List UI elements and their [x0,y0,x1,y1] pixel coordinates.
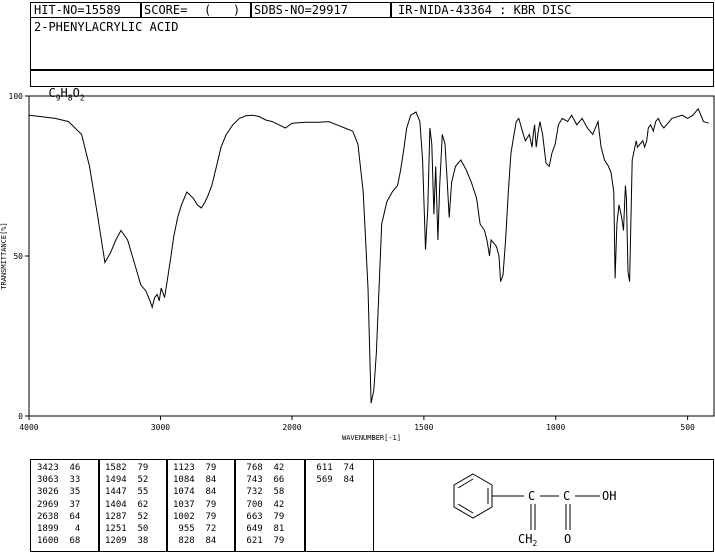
ring-double-bond-1 [457,478,474,489]
structure-diagram: C C OH O CH2 [453,473,616,548]
ring-double-bond-3 [457,503,474,514]
alpha-carbon: C [528,489,535,503]
benzene-ring [453,473,493,519]
methylene-label: CH2 [518,532,537,548]
carbonyl-oxygen: O [564,532,571,546]
hydroxyl-label: OH [602,489,616,503]
carboxyl-carbon: C [563,489,570,503]
